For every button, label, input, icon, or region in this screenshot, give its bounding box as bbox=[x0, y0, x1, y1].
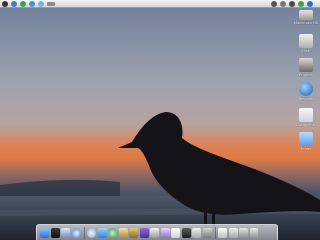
terminal-icon[interactable] bbox=[129, 227, 138, 238]
desktop-icon-label: Documents bbox=[296, 123, 316, 127]
textedit-icon[interactable] bbox=[192, 227, 201, 238]
battery-icon[interactable] bbox=[298, 0, 304, 7]
ical-icon[interactable] bbox=[171, 227, 180, 238]
documents-icon[interactable] bbox=[228, 227, 238, 238]
desktop-icon-label: Folder bbox=[300, 147, 312, 151]
desktop-icon-label: Network bbox=[298, 97, 314, 101]
apple-icon[interactable] bbox=[2, 0, 8, 7]
search-icon[interactable] bbox=[307, 0, 313, 7]
airport-icon[interactable] bbox=[280, 0, 286, 7]
dock-separator bbox=[215, 226, 216, 239]
menu-extras bbox=[271, 0, 318, 7]
finder-icon[interactable] bbox=[40, 227, 49, 238]
itunes-icon[interactable] bbox=[108, 227, 117, 238]
bluetooth-icon[interactable] bbox=[271, 0, 277, 7]
drive-icon bbox=[299, 10, 313, 20]
printer-icon bbox=[299, 58, 313, 72]
folder-icon[interactable] bbox=[160, 227, 170, 238]
desktop-icon-drive[interactable]: Macintosh HD bbox=[294, 10, 318, 25]
mail-icon[interactable] bbox=[61, 227, 70, 238]
desktop-icon-label: Macintosh HD bbox=[294, 21, 318, 25]
folder-icon bbox=[299, 132, 313, 146]
desktop-icon-label: Printers bbox=[299, 73, 313, 77]
desktop-icon-folder[interactable]: Folder bbox=[295, 132, 317, 151]
preferences-icon[interactable] bbox=[139, 227, 149, 238]
preview-icon[interactable] bbox=[181, 227, 191, 238]
window-icon[interactable] bbox=[47, 1, 55, 6]
chat-icon[interactable] bbox=[38, 0, 44, 7]
document-icon bbox=[299, 108, 313, 122]
desktop-icon-label: Disk bbox=[302, 49, 310, 53]
disk-utility-icon[interactable] bbox=[202, 227, 212, 238]
menu-bar bbox=[0, 0, 320, 8]
safari-icon[interactable] bbox=[20, 0, 26, 7]
downloads-icon[interactable] bbox=[239, 227, 248, 238]
calendar-icon[interactable] bbox=[150, 227, 159, 238]
desktop-icon-printer[interactable]: Printers bbox=[295, 58, 317, 77]
mail-icon[interactable] bbox=[29, 0, 35, 7]
globe-icon bbox=[299, 82, 313, 96]
disk-icon bbox=[299, 34, 313, 48]
desktop-icon-documents[interactable]: Documents bbox=[295, 108, 317, 127]
volume-icon[interactable] bbox=[289, 0, 295, 7]
desktop-wallpaper bbox=[0, 0, 320, 240]
address-book-icon[interactable] bbox=[97, 227, 107, 238]
ichat-icon[interactable] bbox=[87, 227, 96, 238]
iphoto-icon[interactable] bbox=[118, 227, 128, 238]
desktop-icon-network[interactable]: Network bbox=[295, 82, 317, 101]
dock bbox=[36, 224, 278, 240]
safari-icon[interactable] bbox=[71, 227, 81, 238]
finder-icon[interactable] bbox=[11, 0, 17, 7]
desktop-icon-disk[interactable]: Disk bbox=[295, 34, 317, 53]
applications-icon[interactable] bbox=[218, 227, 227, 238]
dashboard-icon[interactable] bbox=[50, 227, 60, 238]
dock-separator bbox=[84, 226, 85, 239]
trash-icon[interactable] bbox=[249, 227, 258, 238]
